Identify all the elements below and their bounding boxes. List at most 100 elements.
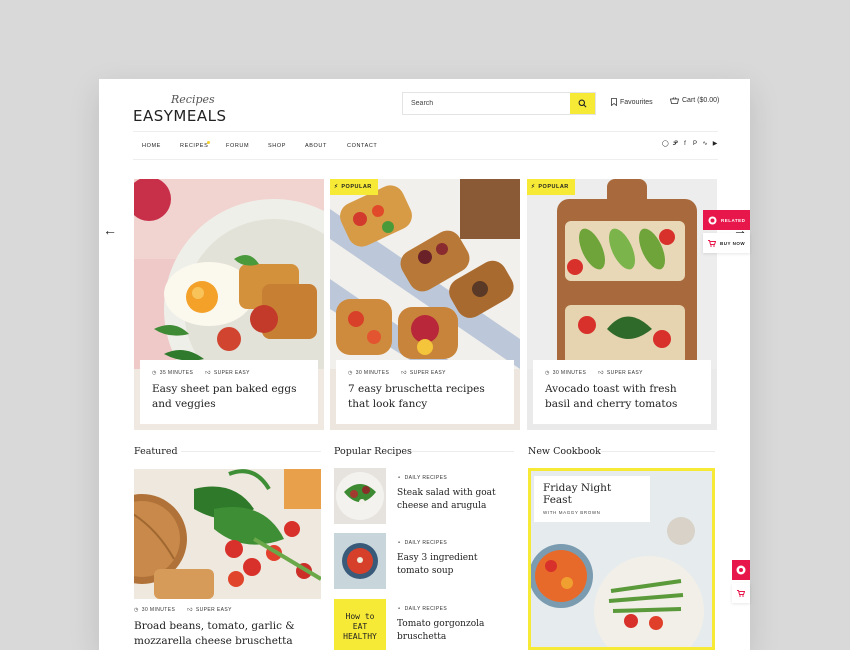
cart-label: Cart ($0.00) <box>682 97 720 104</box>
cookbook-card[interactable]: Friday Night Feast WITH MAGGY BROWN <box>528 468 715 650</box>
favourites-label: Favourites <box>620 98 653 106</box>
slider-prev-arrow[interactable]: ← <box>103 222 117 238</box>
slide-caption: ◷ 30 MINUTES 👍︎ SUPER EASY 7 easy brusch… <box>336 360 514 424</box>
favourites-link[interactable]: Favourites <box>611 98 653 106</box>
divider <box>181 451 321 452</box>
main-nav: HOME RECIPES FORUM SHOP ABOUT CONTACT ◯ … <box>133 131 718 160</box>
nav-item-about[interactable]: ABOUT <box>305 143 327 149</box>
featured-heading: Featured <box>134 446 178 457</box>
search-icon <box>578 99 587 108</box>
popular-badge: ⚡︎ POPULAR <box>527 179 575 195</box>
basket-icon <box>670 97 679 104</box>
thumbnail-steak-salad <box>334 468 386 524</box>
cart-icon <box>708 239 716 247</box>
slide-time: 35 MINUTES <box>159 370 194 376</box>
clock-icon: ◷ <box>152 370 157 376</box>
slide-title[interactable]: Easy sheet pan baked eggs and veggies <box>152 382 306 412</box>
category-label: DAILY RECIPES <box>404 475 448 481</box>
thumbs-up-icon: 👍︎ <box>187 607 193 613</box>
recipe-title[interactable]: Steak salad with goat cheese and arugula <box>397 487 509 513</box>
pinterest-icon[interactable]: P <box>692 141 698 148</box>
slide-caption: ◷ 30 MINUTES 👍︎ SUPER EASY Avocado toast… <box>533 360 711 424</box>
logo-main: EASYMEALS <box>133 107 227 125</box>
slide-caption: ◷ 35 MINUTES 👍︎ SUPER EASY Easy sheet pa… <box>140 360 318 424</box>
popular-heading: Popular Recipes <box>334 446 412 457</box>
clock-icon: ◷ <box>134 607 139 613</box>
cookbook-title: Friday Night Feast <box>543 482 612 506</box>
category-tag: ⚬ DAILY RECIPES <box>397 606 447 612</box>
lightning-icon: ⚡︎ <box>531 184 536 190</box>
logo-script: Recipes <box>171 93 215 106</box>
recipe-title[interactable]: Tomato gorgonzola bruschetta <box>397 618 509 644</box>
buy-now-label: BUY NOW <box>720 240 746 246</box>
search-box <box>402 92 596 115</box>
twitter-icon[interactable]: 𝓟 <box>672 141 678 148</box>
related-button-collapsed[interactable] <box>732 560 750 580</box>
thumbnail-book-text: How to EAT HEALTHY <box>343 612 377 641</box>
search-button[interactable] <box>570 93 595 114</box>
featured-title[interactable]: Broad beans, tomato, garlic & mozzarella… <box>134 619 321 649</box>
cookbook-heading: New Cookbook <box>528 446 601 457</box>
tag-icon: ⚬ <box>397 475 402 481</box>
list-item[interactable]: How to EAT HEALTHY ⚬ DAILY RECIPES Tomat… <box>334 599 514 650</box>
cart-icon <box>737 589 745 597</box>
nav-item-contact[interactable]: CONTACT <box>347 143 377 149</box>
thumbs-up-icon: 👍︎ <box>598 370 604 376</box>
slide-time: 30 MINUTES <box>552 370 587 376</box>
thumbs-up-icon: 👍︎ <box>205 370 211 376</box>
slide-card[interactable]: ⚡︎ POPULAR ◷ 30 MINUTES 👍︎ SUPER EASY 7 … <box>330 179 520 430</box>
category-tag: ⚬ DAILY RECIPES <box>397 540 447 546</box>
featured-difficulty: SUPER EASY <box>195 607 232 613</box>
target-icon <box>736 565 746 575</box>
cookbook-subtitle: WITH MAGGY BROWN <box>543 510 601 515</box>
nav-new-dot <box>207 141 210 144</box>
buy-now-button[interactable]: BUY NOW <box>703 233 750 253</box>
badge-label: POPULAR <box>341 184 372 190</box>
featured-image[interactable] <box>134 469 321 599</box>
list-item[interactable]: ⚬ DAILY RECIPES Easy 3 ingredient tomato… <box>334 533 514 589</box>
slide-difficulty: SUPER EASY <box>213 370 250 376</box>
clock-icon: ◷ <box>545 370 550 376</box>
badge-label: POPULAR <box>538 184 569 190</box>
search-input[interactable] <box>403 93 571 114</box>
clock-icon: ◷ <box>348 370 353 376</box>
slide-title[interactable]: 7 easy bruschetta recipes that look fanc… <box>348 382 502 412</box>
thumbnail-tomato-soup <box>334 533 386 589</box>
youtube-icon[interactable]: ▶ <box>712 141 718 148</box>
popular-badge: ⚡︎ POPULAR <box>330 179 378 195</box>
nav-item-forum[interactable]: FORUM <box>226 143 249 149</box>
category-tag: ⚬ DAILY RECIPES <box>397 475 447 481</box>
nav-item-home[interactable]: HOME <box>142 143 161 149</box>
recipe-title[interactable]: Easy 3 ingredient tomato soup <box>397 552 509 578</box>
slide-card[interactable]: ⚡︎ POPULAR ◷ 30 MINUTES 👍︎ SUPER EASY Av… <box>527 179 717 430</box>
page: Recipes EASYMEALS Favourites Cart ($0.00… <box>99 79 750 650</box>
tag-icon: ⚬ <box>397 540 402 546</box>
slide-title[interactable]: Avocado toast with fresh basil and cherr… <box>545 382 699 412</box>
divider <box>411 451 514 452</box>
featured-meta: ◷ 30 MINUTES 👍︎ SUPER EASY <box>134 607 232 613</box>
cart-link[interactable]: Cart ($0.00) <box>670 97 719 104</box>
tag-icon: ⚬ <box>397 606 402 612</box>
nav-item-shop[interactable]: SHOP <box>268 143 286 149</box>
social-links: ◯ 𝓟 f P ∿ ▶ <box>662 141 718 148</box>
site-logo[interactable]: Recipes EASYMEALS <box>133 93 243 133</box>
rss-icon[interactable]: ∿ <box>702 141 708 148</box>
target-icon <box>708 216 717 224</box>
buy-now-button-collapsed[interactable] <box>732 583 750 603</box>
list-item[interactable]: ⚬ DAILY RECIPES Steak salad with goat ch… <box>334 468 514 524</box>
slide-difficulty: SUPER EASY <box>606 370 643 376</box>
slide-time: 30 MINUTES <box>355 370 390 376</box>
divider <box>601 451 715 452</box>
featured-time: 30 MINUTES <box>141 607 176 613</box>
slide-card[interactable]: ◷ 35 MINUTES 👍︎ SUPER EASY Easy sheet pa… <box>134 179 324 430</box>
slide-difficulty: SUPER EASY <box>409 370 446 376</box>
category-label: DAILY RECIPES <box>404 540 448 546</box>
nav-item-recipes[interactable]: RECIPES <box>180 143 208 149</box>
facebook-icon[interactable]: f <box>682 141 688 148</box>
thumbnail-book: How to EAT HEALTHY <box>334 599 386 650</box>
instagram-icon[interactable]: ◯ <box>662 141 669 148</box>
cookbook-label: Friday Night Feast WITH MAGGY BROWN <box>534 476 650 522</box>
related-button[interactable]: RELATED <box>703 210 750 230</box>
lightning-icon: ⚡︎ <box>334 184 339 190</box>
related-label: RELATED <box>721 217 746 223</box>
